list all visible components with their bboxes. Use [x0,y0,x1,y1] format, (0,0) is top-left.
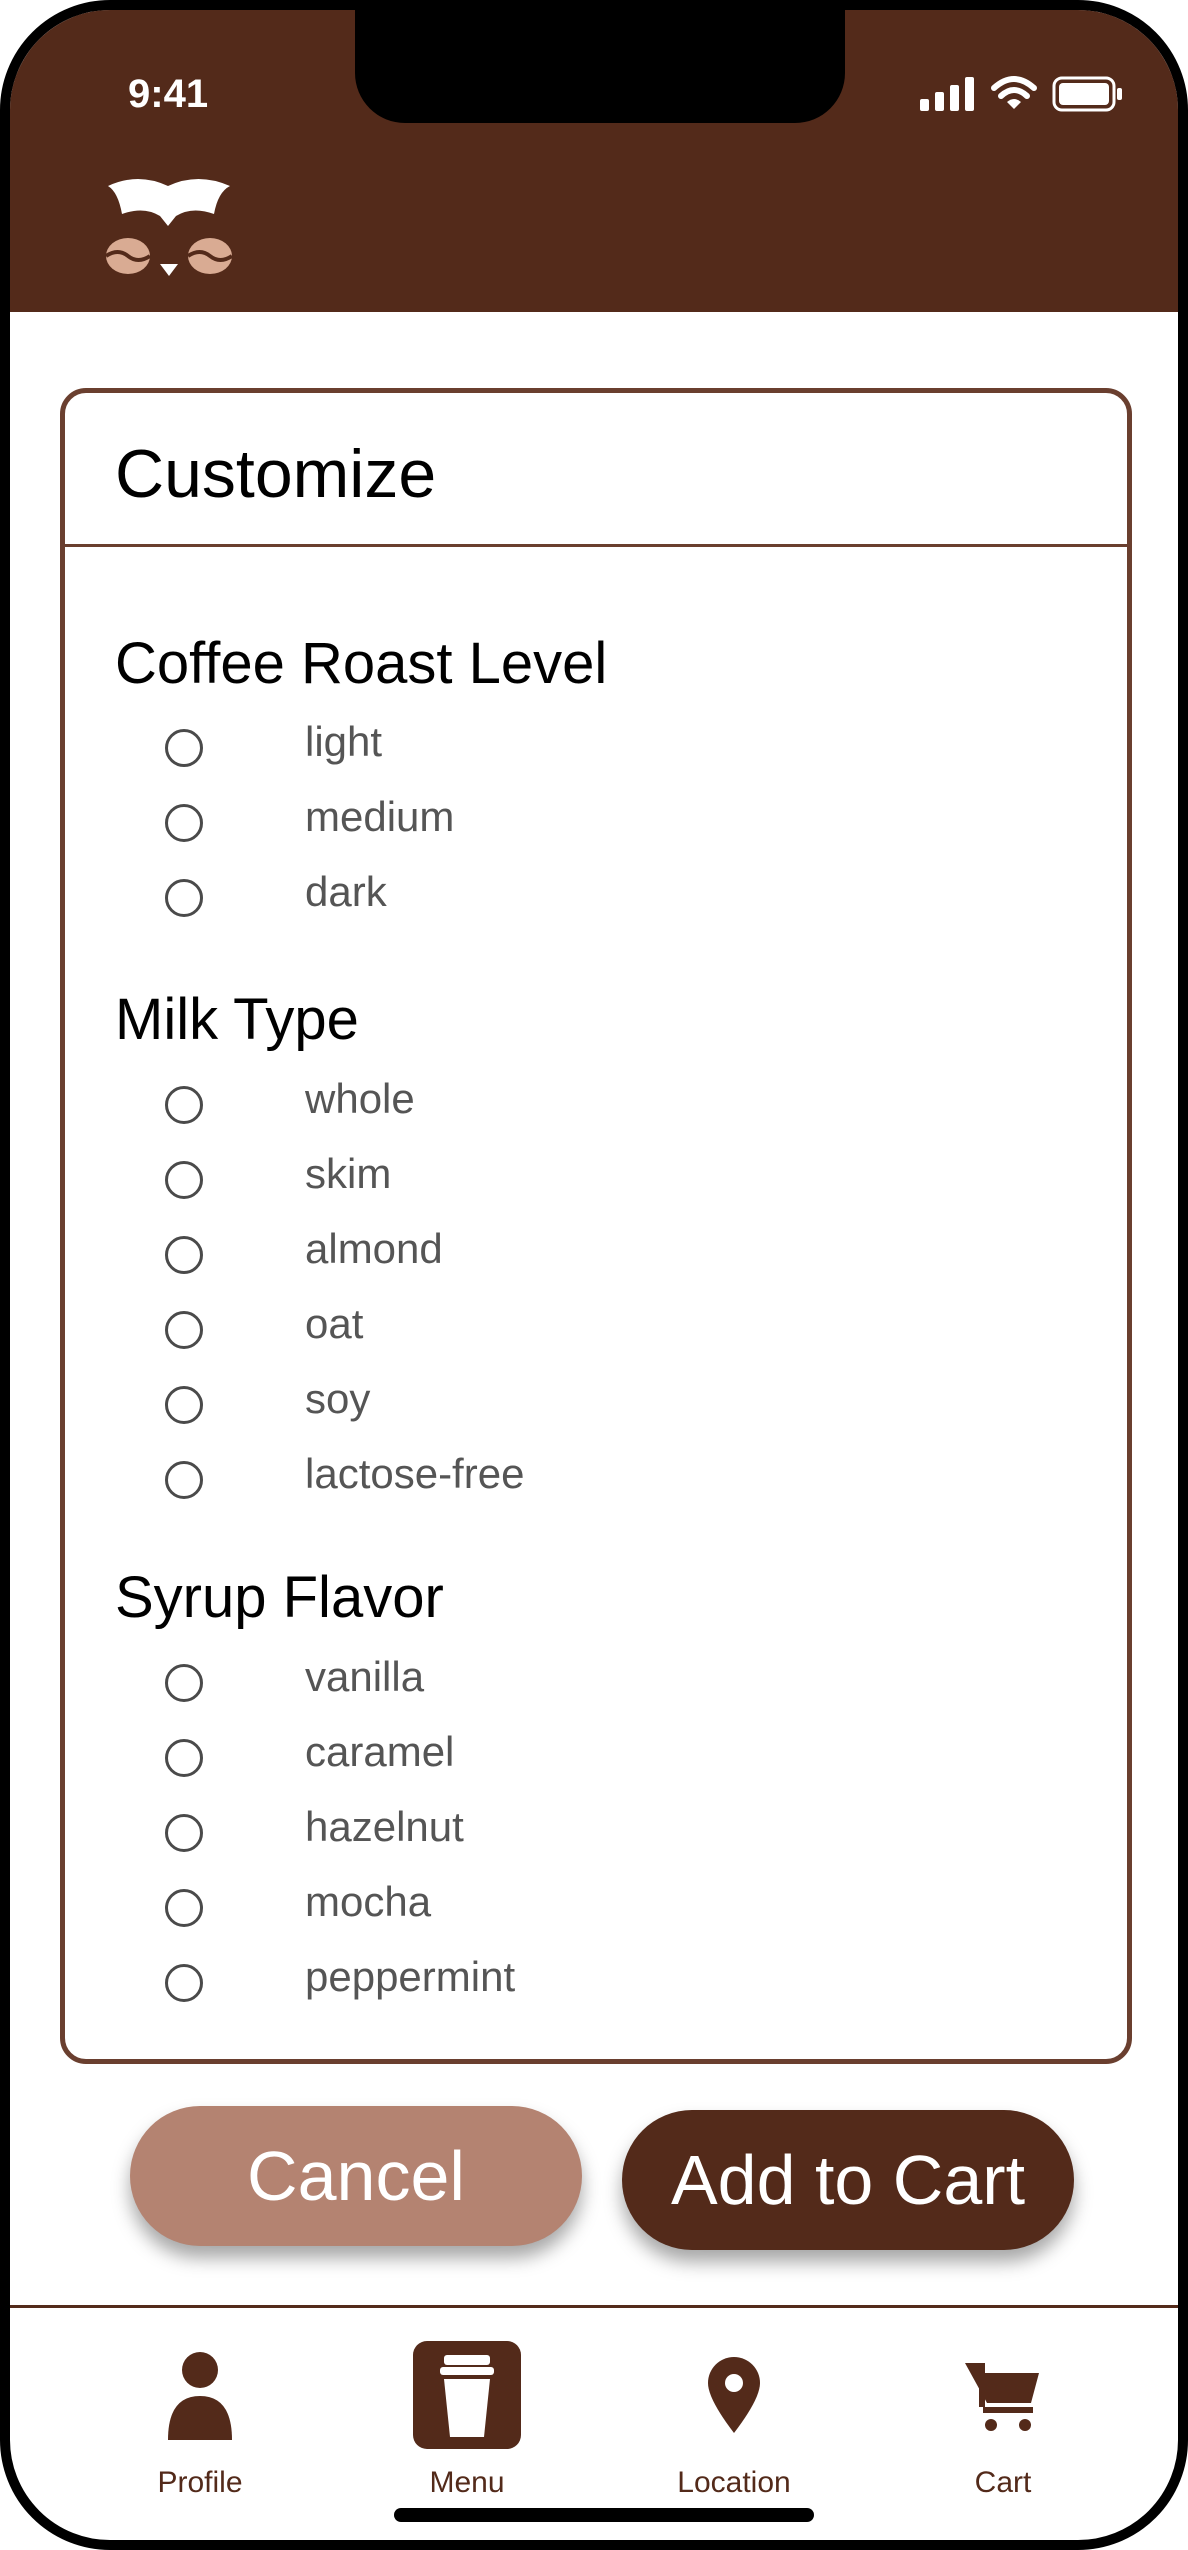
nav-item-location[interactable]: Location [634,2340,834,2500]
radio-button[interactable] [165,1964,203,2002]
owl-logo-icon [104,179,234,276]
customize-card: Customize Coffee Roast Level light mediu… [60,388,1132,2064]
radio-button[interactable] [165,1739,203,1777]
radio-button[interactable] [165,1889,203,1927]
menu-active-background [413,2341,521,2449]
radio-button[interactable] [165,1461,203,1499]
nav-item-profile[interactable]: Profile [100,2340,300,2500]
option-label: almond [305,1225,443,1272]
radio-option-mocha[interactable]: mocha [165,1878,431,1938]
notch [355,10,845,123]
person-icon [168,2352,232,2440]
radio-button[interactable] [165,804,203,842]
radio-option-dark[interactable]: dark [165,868,387,928]
option-label: hazelnut [305,1803,464,1850]
radio-option-medium[interactable]: medium [165,793,454,853]
radio-option-whole[interactable]: whole [165,1075,415,1135]
radio-option-almond[interactable]: almond [165,1225,443,1285]
card-divider [65,544,1127,547]
option-label: mocha [305,1878,432,1925]
cancel-button[interactable]: Cancel [130,2106,582,2246]
section-title-roast: Coffee Roast Level [115,631,608,696]
option-label: soy [305,1375,371,1422]
home-indicator [394,2508,814,2522]
radio-option-skim[interactable]: skim [165,1150,391,1210]
option-label: caramel [305,1728,455,1775]
radio-button[interactable] [165,1311,203,1349]
radio-button[interactable] [165,729,203,767]
nav-label: Location [677,2466,791,2499]
nav-divider [10,2305,1178,2308]
option-label: peppermint [305,1953,516,2000]
nav-label: Menu [429,2466,505,2499]
nav-item-cart[interactable]: Cart [903,2340,1103,2500]
option-label: whole [305,1075,415,1122]
card-title: Customize [115,436,437,512]
radio-button[interactable] [165,1814,203,1852]
cup-icon [440,2355,494,2437]
nav-label: Profile [157,2466,243,2499]
option-label: dark [305,868,387,915]
radio-option-soy[interactable]: soy [165,1375,370,1435]
option-label: vanilla [305,1653,425,1700]
section-title-syrup: Syrup Flavor [115,1565,444,1630]
cart-icon [965,2363,1039,2431]
map-pin-icon [708,2357,760,2433]
wifi-icon [991,76,1037,109]
app-header: 9:41 [10,10,1178,312]
radio-button[interactable] [165,1664,203,1702]
radio-option-vanilla[interactable]: vanilla [165,1653,424,1713]
radio-option-caramel[interactable]: caramel [165,1728,454,1788]
option-label: light [305,718,383,765]
status-icons [920,76,1124,112]
option-label: oat [305,1300,364,1347]
add-to-cart-button[interactable]: Add to Cart [622,2110,1074,2250]
nav-item-menu[interactable]: Menu [367,2340,567,2500]
radio-button[interactable] [165,1236,203,1274]
radio-button[interactable] [165,1161,203,1199]
phone-frame: 9:41 Customize Coffee Roast Level light … [0,0,1188,2550]
radio-option-light[interactable]: light [165,718,382,778]
option-label: lactose-free [305,1450,525,1497]
radio-option-hazelnut[interactable]: hazelnut [165,1803,464,1863]
section-title-milk: Milk Type [115,987,359,1052]
radio-button[interactable] [165,879,203,917]
radio-option-lactose-free[interactable]: lactose-free [165,1450,524,1510]
battery-icon [1052,76,1122,112]
radio-button[interactable] [165,1086,203,1124]
option-label: medium [305,793,455,840]
radio-option-oat[interactable]: oat [165,1300,363,1360]
radio-option-peppermint[interactable]: peppermint [165,1953,515,2013]
signal-icon [920,77,974,111]
radio-button[interactable] [165,1386,203,1424]
nav-label: Cart [974,2466,1032,2499]
status-time: 9:41 [128,72,209,116]
option-label: skim [305,1150,392,1197]
